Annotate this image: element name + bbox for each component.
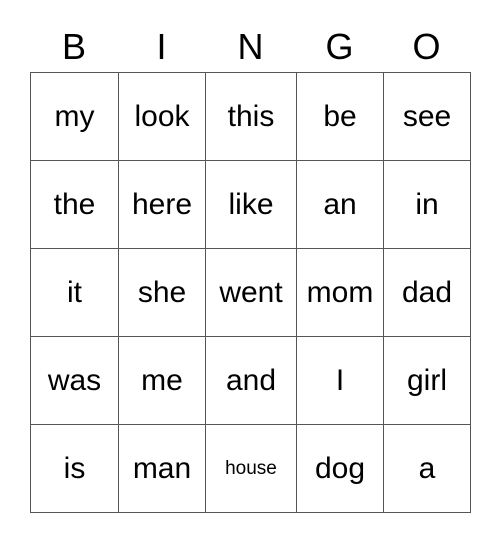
bingo-cell[interactable]: man xyxy=(119,425,206,513)
bingo-header-letter-i: I xyxy=(156,26,167,67)
bingo-cell-label: dad xyxy=(401,275,453,309)
bingo-cell-label: this xyxy=(227,99,275,133)
bingo-cell[interactable]: a xyxy=(384,425,471,513)
bingo-cell-label: and xyxy=(225,363,277,397)
bingo-cell-label: here xyxy=(131,187,193,221)
bingo-cell[interactable]: in xyxy=(384,161,471,249)
bingo-cell[interactable]: dad xyxy=(384,249,471,337)
bingo-cell[interactable]: dog xyxy=(297,425,384,513)
bingo-cell-label: like xyxy=(228,187,274,221)
bingo-header-letter-o: O xyxy=(412,26,441,67)
bingo-row: my look this be see xyxy=(31,73,471,161)
bingo-card: B I N G O my look this be see the here l… xyxy=(30,22,471,513)
bingo-cell-label: it xyxy=(67,275,82,309)
bingo-row: is man house dog a xyxy=(31,425,471,513)
bingo-cell-label: girl xyxy=(406,363,447,397)
bingo-cell[interactable]: it xyxy=(31,249,119,337)
bingo-cell-label: my xyxy=(54,99,95,133)
bingo-cell[interactable]: be xyxy=(297,73,384,161)
bingo-cell-label: mom xyxy=(306,275,374,309)
bingo-header-row: B I N G O xyxy=(30,22,470,72)
bingo-cell[interactable]: my xyxy=(31,73,119,161)
bingo-cell[interactable]: went xyxy=(206,249,297,337)
bingo-cell[interactable]: I xyxy=(297,337,384,425)
bingo-cell-label: man xyxy=(132,451,192,485)
bingo-cell[interactable]: mom xyxy=(297,249,384,337)
bingo-cell-label: be xyxy=(323,99,357,133)
bingo-cell[interactable]: this xyxy=(206,73,297,161)
bingo-cell-label: dog xyxy=(314,451,366,485)
bingo-cell[interactable]: like xyxy=(206,161,297,249)
bingo-cell-label: is xyxy=(63,451,86,485)
bingo-row: the here like an in xyxy=(31,161,471,249)
bingo-cell[interactable]: is xyxy=(31,425,119,513)
bingo-cell-label: in xyxy=(415,187,439,221)
bingo-cell[interactable]: an xyxy=(297,161,384,249)
bingo-header-letter-g: G xyxy=(325,26,354,67)
bingo-cell[interactable]: look xyxy=(119,73,206,161)
bingo-cell[interactable]: and xyxy=(206,337,297,425)
bingo-header-letter-b: B xyxy=(61,26,86,67)
bingo-cell[interactable]: girl xyxy=(384,337,471,425)
bingo-cell-label: me xyxy=(141,363,183,397)
bingo-header-letter-n: N xyxy=(237,26,264,67)
bingo-cell[interactable]: house xyxy=(206,425,297,513)
bingo-cell[interactable]: see xyxy=(384,73,471,161)
bingo-cell-label: was xyxy=(47,363,102,397)
bingo-row: was me and I girl xyxy=(31,337,471,425)
bingo-row: it she went mom dad xyxy=(31,249,471,337)
bingo-cell-label: went xyxy=(219,275,283,309)
bingo-cell-label: a xyxy=(418,451,436,485)
bingo-grid: my look this be see the here like an in … xyxy=(30,72,471,513)
bingo-cell-label: house xyxy=(225,458,277,479)
bingo-cell[interactable]: here xyxy=(119,161,206,249)
bingo-cell-label: look xyxy=(134,99,190,133)
bingo-cell[interactable]: me xyxy=(119,337,206,425)
bingo-cell-label: an xyxy=(323,187,357,221)
bingo-cell-label: the xyxy=(53,187,96,221)
bingo-cell[interactable]: was xyxy=(31,337,119,425)
bingo-cell-label: she xyxy=(137,275,187,309)
bingo-cell-label: I xyxy=(335,363,345,397)
bingo-cell[interactable]: she xyxy=(119,249,206,337)
bingo-cell-label: see xyxy=(402,99,452,133)
bingo-cell[interactable]: the xyxy=(31,161,119,249)
